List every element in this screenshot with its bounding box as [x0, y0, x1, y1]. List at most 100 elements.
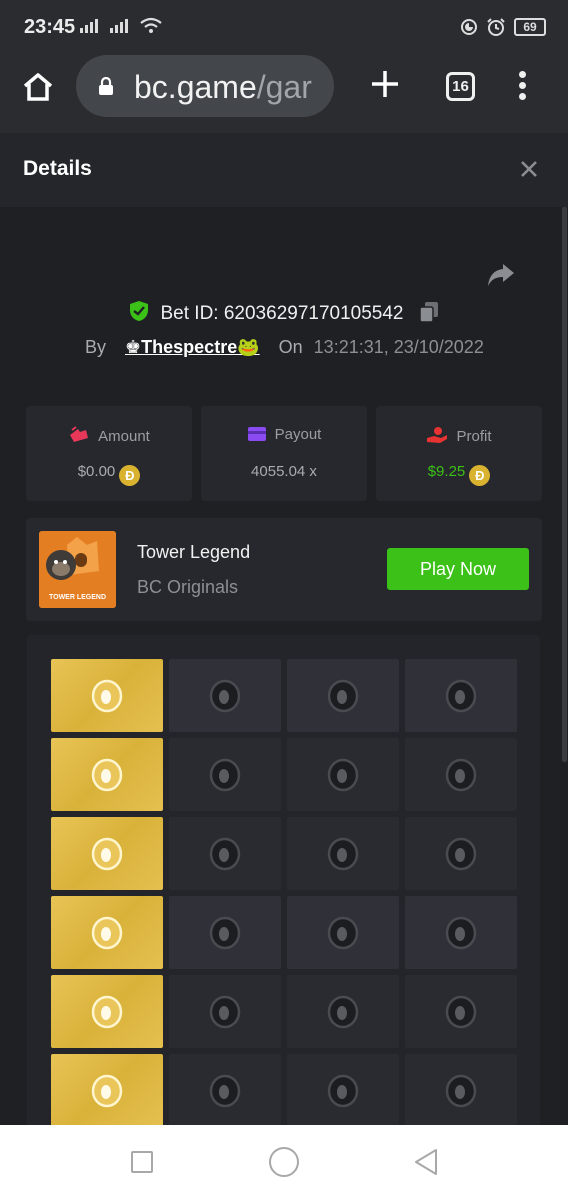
tower-tile[interactable] [405, 975, 517, 1048]
tower-tile-revealed[interactable] [51, 1054, 163, 1127]
gold-egg-icon [91, 758, 123, 792]
dark-egg-icon [445, 837, 477, 871]
recents-button[interactable] [131, 1151, 153, 1173]
tower-tile[interactable] [169, 738, 281, 811]
dark-egg-icon [445, 995, 477, 1029]
dark-egg-icon [209, 679, 241, 713]
dark-egg-icon [209, 916, 241, 950]
share-icon[interactable] [486, 262, 516, 288]
dark-egg-icon [445, 916, 477, 950]
stat-profit-label: Profit [456, 428, 492, 445]
scrollbar[interactable] [562, 207, 567, 762]
home-button[interactable] [269, 1147, 299, 1177]
status-icons: 69 [460, 17, 546, 37]
tower-tile[interactable] [287, 975, 399, 1048]
dark-egg-icon [327, 758, 359, 792]
amount-icon [70, 426, 89, 442]
game-card: TOWER LEGEND Tower Legend BC Originals P… [26, 518, 542, 621]
doge-coin-icon: Ð [119, 465, 141, 486]
dark-egg-icon [327, 1074, 359, 1108]
stat-payout-label: Payout [274, 426, 322, 443]
tower-tile[interactable] [169, 1054, 281, 1127]
tower-tile-revealed[interactable] [51, 659, 163, 732]
tower-tile-revealed[interactable] [51, 896, 163, 969]
more-menu-icon[interactable] [519, 71, 527, 101]
tower-tile[interactable] [287, 1054, 399, 1127]
tower-tile-revealed[interactable] [51, 817, 163, 890]
status-bar: 23:45 69 [0, 0, 568, 55]
back-icon[interactable] [412, 1147, 440, 1177]
stat-amount-value: $0.00 [77, 463, 116, 480]
url-bar[interactable]: bc.game/gar [76, 55, 334, 117]
bet-author-row: By ♚Thespectre🐸 On 13:21:31, 23/10/2022 [85, 337, 484, 358]
bet-timestamp: 13:21:31, 23/10/2022 [313, 337, 484, 357]
tower-tile-revealed[interactable] [51, 975, 163, 1048]
status-time: 23:45 [24, 16, 76, 38]
dark-egg-icon [445, 679, 477, 713]
bet-id-value: 62036297170105542 [223, 303, 404, 324]
gold-egg-icon [91, 837, 123, 871]
tower-tile[interactable] [405, 738, 517, 811]
page-title: Details [23, 157, 92, 180]
by-label: By [85, 337, 107, 357]
tower-tile[interactable] [287, 659, 399, 732]
dark-egg-icon [327, 837, 359, 871]
tower-tile[interactable] [169, 659, 281, 732]
dark-egg-icon [209, 1074, 241, 1108]
tower-tile[interactable] [169, 896, 281, 969]
tower-tile[interactable] [169, 975, 281, 1048]
dark-egg-icon [209, 758, 241, 792]
stat-amount-label: Amount [98, 428, 150, 445]
tower-tile[interactable] [287, 896, 399, 969]
verified-shield-icon [130, 301, 149, 321]
dark-egg-icon [327, 916, 359, 950]
game-thumbnail[interactable]: TOWER LEGEND [39, 531, 116, 608]
tower-tile[interactable] [405, 896, 517, 969]
url-text: bc.game/gar [134, 69, 312, 106]
bet-id-row: Bet ID: 62036297170105542 [0, 300, 568, 325]
bet-id-label: Bet ID: [160, 303, 219, 324]
dark-egg-icon [327, 679, 359, 713]
copy-icon[interactable] [419, 301, 439, 323]
tower-tile[interactable] [287, 738, 399, 811]
game-name: Tower Legend [137, 542, 251, 562]
lock-icon [99, 77, 113, 95]
gold-egg-icon [91, 679, 123, 713]
browser-toolbar: bc.game/gar 16 [0, 55, 568, 133]
stat-payout-label-row: Payout [201, 426, 367, 443]
home-icon[interactable] [22, 71, 54, 103]
data-saver-icon [461, 19, 477, 35]
stat-payout: Payout 4055.04 x [201, 406, 367, 501]
stat-payout-value: 4055.04 x [251, 463, 317, 480]
dark-egg-icon [445, 758, 477, 792]
doge-coin-icon: Ð [469, 465, 491, 486]
battery-icon: 69 [514, 18, 546, 36]
stat-amount-value-row: $0.00 Ð [26, 463, 192, 486]
tower-tile[interactable] [169, 817, 281, 890]
gold-egg-icon [91, 995, 123, 1029]
tower-tile[interactable] [405, 817, 517, 890]
tower-tile[interactable] [405, 1054, 517, 1127]
tower-board [27, 635, 540, 1135]
payout-icon [247, 427, 266, 441]
wifi-icon [140, 17, 162, 33]
profit-icon [427, 427, 448, 443]
stat-amount-label-row: Amount [26, 426, 192, 445]
stat-profit-value: $9.25 [427, 463, 466, 480]
details-header: Details [0, 133, 568, 207]
thumbnail-label: TOWER LEGEND [48, 594, 107, 601]
user-link[interactable]: ♚Thespectre🐸 [125, 337, 260, 357]
close-icon[interactable] [518, 158, 540, 180]
play-now-button[interactable]: Play Now [387, 548, 529, 590]
new-tab-icon[interactable] [368, 67, 402, 101]
tower-tile-revealed[interactable] [51, 738, 163, 811]
dark-egg-icon [209, 995, 241, 1029]
gold-egg-icon [91, 916, 123, 950]
stat-profit: Profit $9.25 Ð [376, 406, 542, 501]
tower-tile[interactable] [287, 817, 399, 890]
stat-profit-value-row: $9.25 Ð [376, 463, 542, 486]
tower-tile[interactable] [405, 659, 517, 732]
dark-egg-icon [327, 995, 359, 1029]
tab-switcher-button[interactable]: 16 [446, 72, 475, 101]
alarm-icon [487, 18, 505, 36]
